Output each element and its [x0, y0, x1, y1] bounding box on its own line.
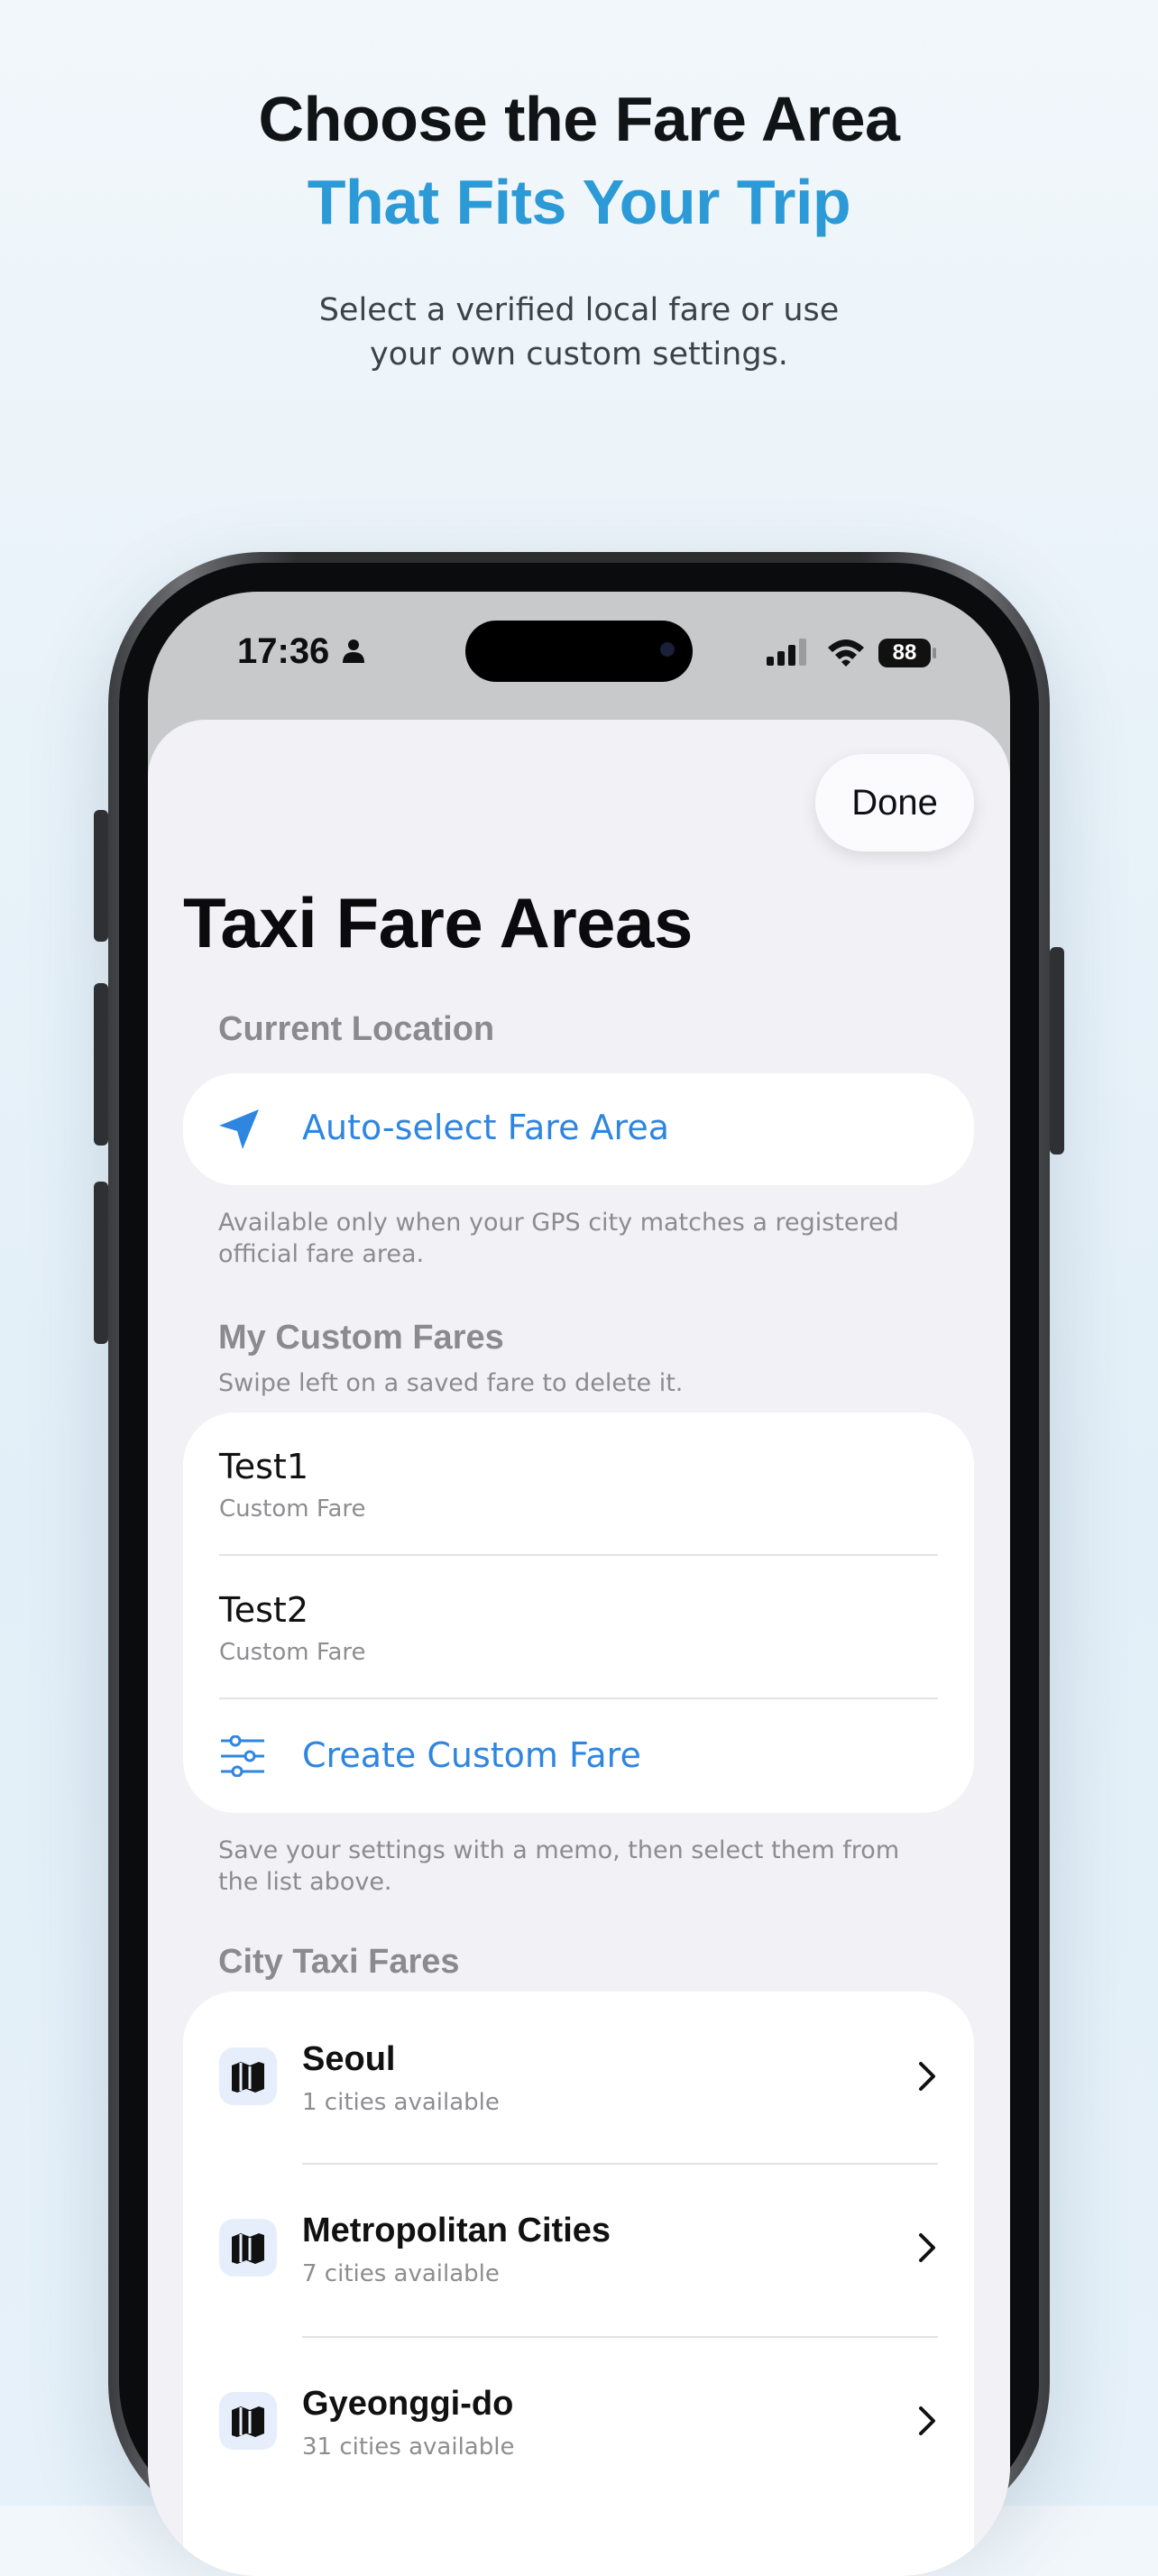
battery-tip [933, 648, 936, 658]
current-location-note-line-2: official fare area. [218, 1240, 425, 1268]
auto-select-label: Auto-select Fare Area [302, 1108, 669, 1147]
wifi-icon [828, 639, 864, 667]
cellular-signal-icon [767, 639, 806, 666]
city-name: Gyeonggi-do [302, 2385, 514, 2423]
headline-line-2: That Fits Your Trip [307, 167, 851, 237]
camera-icon [660, 642, 675, 657]
city-count: 1 cities available [302, 2089, 500, 2116]
subtitle-line-1: Select a verified local fare or use [318, 292, 840, 328]
create-custom-fare-button[interactable]: Create Custom Fare [183, 1699, 974, 1813]
marketing-headline: Choose the Fare Area That Fits Your Trip [0, 78, 1158, 244]
phone-screen: 17:36 88 Done Taxi Fare Areas Current Lo… [148, 592, 1010, 2576]
current-location-note: Available only when your GPS city matche… [218, 1207, 940, 1270]
chevron-right-icon [919, 2233, 935, 2262]
power-button [1050, 947, 1064, 1155]
city-name: Seoul [302, 2040, 396, 2078]
map-icon [219, 2219, 277, 2277]
location-arrow-icon [219, 1109, 259, 1149]
map-icon [219, 2392, 277, 2450]
city-row-gyeonggi[interactable]: Gyeonggi-do 31 cities available [183, 2338, 974, 2509]
headline-line-1: Choose the Fare Area [258, 84, 900, 154]
current-location-note-line-1: Available only when your GPS city matche… [218, 1209, 899, 1237]
sliders-icon [221, 1735, 264, 1777]
action-button [94, 810, 108, 942]
chevron-right-icon [919, 2062, 935, 2091]
custom-fare-name: Test1 [219, 1447, 309, 1486]
custom-fares-note-line-2: the list above. [218, 1868, 392, 1896]
subtitle-line-2: your own custom settings. [370, 336, 788, 373]
custom-fare-type: Custom Fare [219, 1495, 366, 1523]
city-fares-header: City Taxi Fares [218, 1943, 460, 1981]
volume-up-button [94, 983, 108, 1145]
city-fares-card: Seoul 1 cities available Metropolitan Ci… [183, 1992, 974, 2576]
list-item[interactable]: Test2 Custom Fare [183, 1556, 974, 1698]
city-row-metropolitan[interactable]: Metropolitan Cities 7 cities available [183, 2165, 974, 2336]
custom-fares-header: My Custom Fares [218, 1319, 504, 1357]
fare-areas-sheet: Done Taxi Fare Areas Current Location Au… [148, 720, 1010, 2576]
custom-fares-note: Save your settings with a memo, then sel… [218, 1835, 940, 1898]
page-title: Taxi Fare Areas [183, 883, 693, 962]
map-icon [219, 2047, 277, 2105]
person-icon [343, 639, 364, 663]
done-button[interactable]: Done [815, 754, 974, 851]
status-time: 17:36 [237, 631, 330, 671]
create-custom-fare-label: Create Custom Fare [302, 1735, 641, 1775]
dynamic-island [465, 621, 693, 682]
custom-fares-card: Test1 Custom Fare Test2 Custom Fare Crea… [183, 1412, 974, 1813]
marketing-subtitle: Select a verified local fare or use your… [0, 289, 1158, 377]
volume-down-button [94, 1182, 108, 1344]
custom-fares-hint: Swipe left on a saved fare to delete it. [218, 1369, 684, 1397]
city-name: Metropolitan Cities [302, 2212, 611, 2249]
battery-level: 88 [878, 639, 931, 667]
city-row-seoul[interactable]: Seoul 1 cities available [183, 1992, 974, 2163]
auto-select-fare-area-button[interactable]: Auto-select Fare Area [183, 1073, 974, 1185]
city-count: 7 cities available [302, 2260, 500, 2287]
list-item[interactable]: Test1 Custom Fare [183, 1412, 974, 1555]
custom-fare-type: Custom Fare [219, 1639, 366, 1666]
battery-icon: 88 [878, 639, 936, 667]
current-location-header: Current Location [218, 1010, 495, 1048]
city-count: 31 cities available [302, 2433, 515, 2461]
custom-fares-note-line-1: Save your settings with a memo, then sel… [218, 1836, 900, 1864]
chevron-right-icon [919, 2406, 935, 2435]
custom-fare-name: Test2 [219, 1590, 309, 1630]
